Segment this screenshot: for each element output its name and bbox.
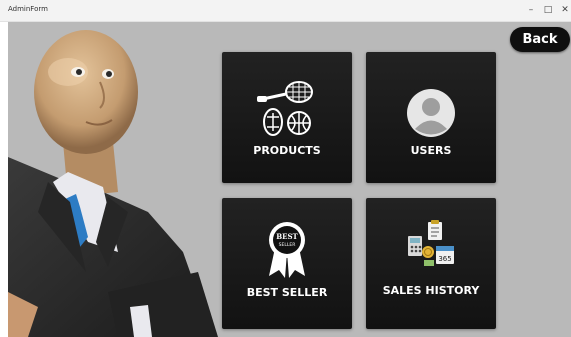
calendar-number: 365 [438,255,451,263]
best-seller-tile[interactable]: BEST SELLER BEST SELLER [222,198,352,329]
close-button[interactable]: ✕ [554,2,571,18]
badge-best-text: BEST [276,232,298,241]
window-titlebar: AdminForm – □ ✕ [0,0,571,22]
sports-equipment-icon [257,81,313,136]
sales-history-tile[interactable]: 365 SALES HISTORY [366,198,496,329]
mascot-image [8,30,218,337]
sales-history-label: SALES HISTORY [382,284,480,297]
window-title: AdminForm [8,5,48,13]
best-seller-badge-icon: BEST SELLER [269,222,305,278]
main-panel: Back PRODUCTS USERS BEST SELLER BEST SEL… [8,22,571,337]
badge-seller-text: SELLER [279,242,296,248]
sales-history-icon: 365 [408,220,454,266]
back-button[interactable]: Back [510,27,570,52]
products-tile[interactable]: PRODUCTS [222,52,352,183]
products-label: PRODUCTS [253,144,321,157]
users-label: USERS [410,144,452,157]
users-tile[interactable]: USERS [366,52,496,183]
user-avatar-icon [407,89,455,137]
best-seller-label: BEST SELLER [246,286,328,299]
